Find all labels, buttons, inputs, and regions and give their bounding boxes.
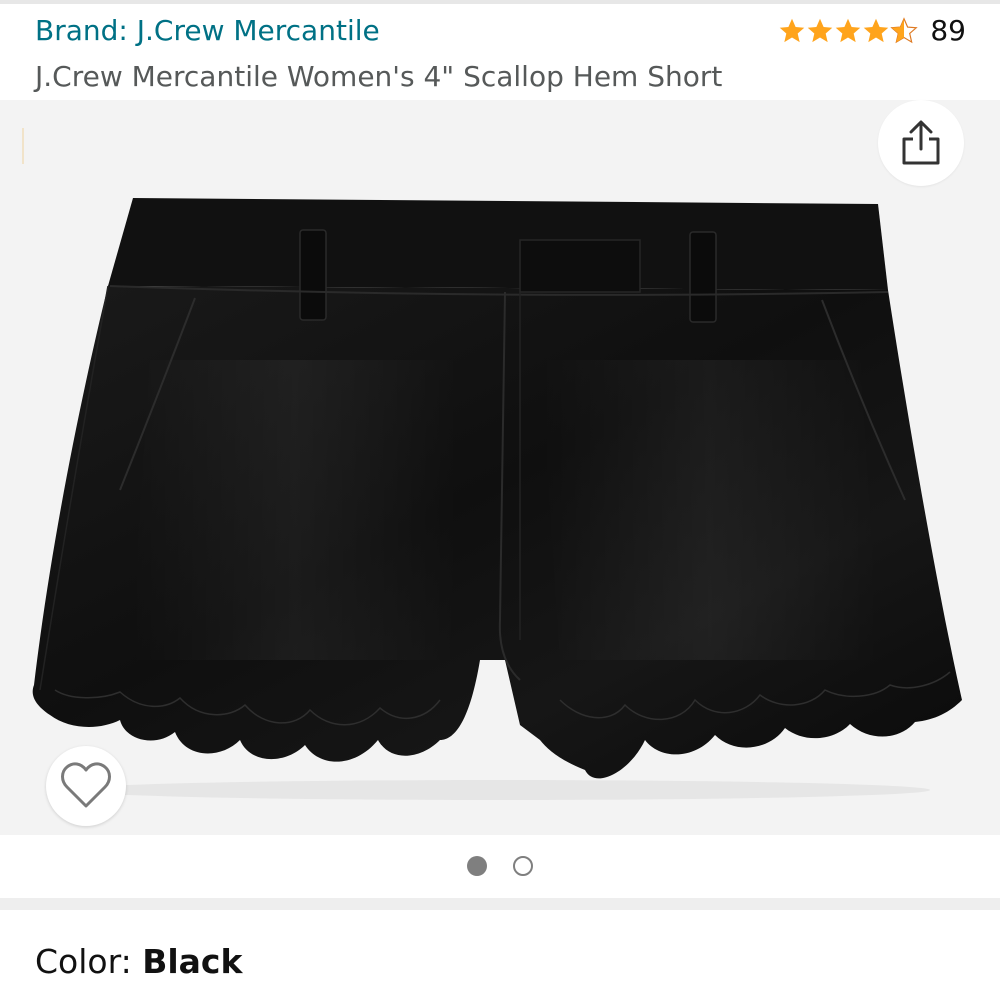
color-label: Color: [35, 942, 132, 981]
pagination-dot-1[interactable] [467, 856, 487, 876]
section-divider [0, 898, 1000, 910]
heart-outline-icon [61, 762, 111, 808]
top-border [0, 0, 1000, 4]
edge-artifact [22, 128, 24, 164]
star-rating [778, 16, 919, 45]
brand-name: J.Crew Mercantile [136, 14, 380, 47]
star-half-icon [890, 16, 919, 43]
product-detail-page: Brand: J.Crew Mercantile 89 J.Crew Merca… [0, 0, 1000, 1000]
share-icon [902, 120, 940, 165]
star-full-icon [808, 18, 833, 42]
product-title: J.Crew Mercantile Women's 4" Scallop Hem… [35, 60, 723, 93]
star-full-icon [864, 18, 889, 42]
brand-link[interactable]: Brand: J.Crew Mercantile [35, 14, 380, 47]
pagination-dot-2[interactable] [513, 856, 533, 876]
product-image[interactable] [0, 100, 1000, 835]
star-full-icon [780, 18, 805, 42]
rating-summary[interactable]: 89 [778, 14, 966, 47]
color-value: Black [142, 942, 243, 981]
star-full-icon [836, 18, 861, 42]
share-button[interactable] [878, 100, 964, 186]
image-pagination [0, 835, 1000, 898]
brand-prefix: Brand: [35, 14, 128, 47]
rating-count: 89 [930, 14, 966, 47]
color-selection: Color: Black [35, 942, 242, 981]
wishlist-button[interactable] [46, 746, 126, 826]
product-image-gallery[interactable] [0, 100, 1000, 835]
